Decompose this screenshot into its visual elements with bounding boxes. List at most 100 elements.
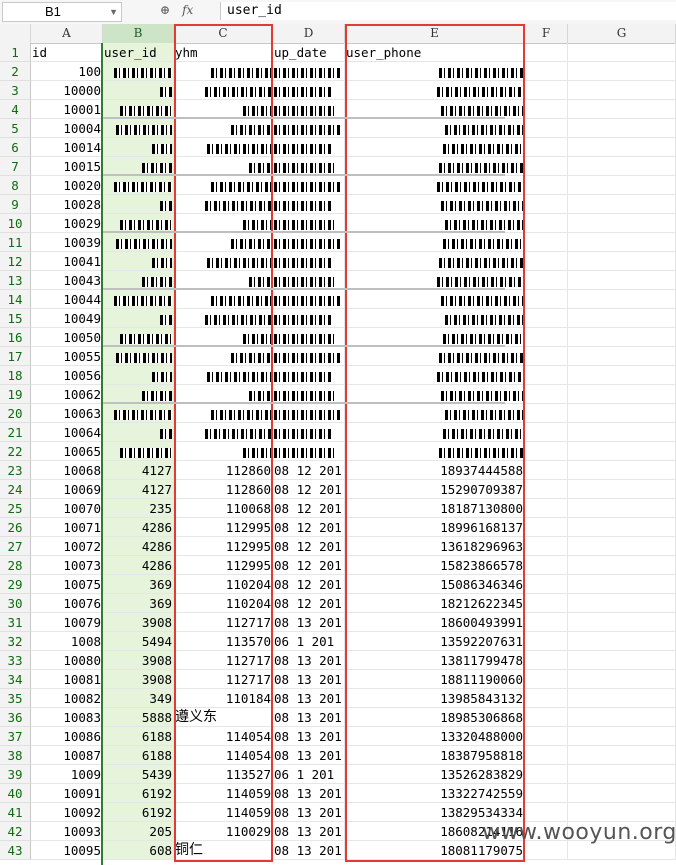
cell-g[interactable] (568, 651, 676, 670)
cell-b[interactable] (103, 62, 174, 81)
cell-c[interactable]: yhm (174, 43, 273, 62)
cell-d[interactable]: 08 12 201 (273, 594, 345, 613)
row-header[interactable]: 2 (0, 62, 31, 81)
row-header[interactable]: 4 (0, 100, 31, 119)
cell-c[interactable] (174, 195, 273, 214)
chevron-down-icon[interactable]: ▼ (109, 3, 118, 21)
cell-e[interactable]: 15823866578 (345, 556, 525, 575)
cell-e[interactable] (345, 62, 525, 81)
cell-a[interactable]: 10041 (31, 252, 103, 271)
cell-d[interactable] (273, 81, 345, 100)
cell-d[interactable]: 08 12 201 (273, 480, 345, 499)
cell-f[interactable] (525, 499, 568, 518)
cell-g[interactable] (568, 347, 676, 366)
row-header[interactable]: 27 (0, 537, 31, 556)
cell-d[interactable]: 08 12 201 (273, 461, 345, 480)
cell-a[interactable]: 10083 (31, 708, 103, 727)
column-header-b[interactable]: B (103, 24, 174, 43)
cell-b[interactable]: 6192 (103, 784, 174, 803)
row-header[interactable]: 26 (0, 518, 31, 537)
row-header[interactable]: 17 (0, 347, 31, 366)
cell-b[interactable] (103, 347, 174, 366)
cell-f[interactable] (525, 43, 568, 62)
cell-a[interactable]: 10087 (31, 746, 103, 765)
cell-a[interactable]: 10043 (31, 271, 103, 290)
cell-b[interactable]: 235 (103, 499, 174, 518)
cell-c[interactable]: 铜仁 (174, 841, 273, 860)
cell-f[interactable] (525, 119, 568, 138)
cell-b[interactable]: 4286 (103, 537, 174, 556)
cell-c[interactable] (174, 404, 273, 423)
cell-a[interactable]: 10062 (31, 385, 103, 404)
cell-g[interactable] (568, 138, 676, 157)
cell-g[interactable] (568, 499, 676, 518)
cell-a[interactable]: 10064 (31, 423, 103, 442)
cell-f[interactable] (525, 556, 568, 575)
cell-e[interactable] (345, 195, 525, 214)
column-header-e[interactable]: E (345, 24, 525, 43)
cell-g[interactable] (568, 81, 676, 100)
cell-f[interactable] (525, 518, 568, 537)
cell-e[interactable]: 15086346346 (345, 575, 525, 594)
cell-b[interactable]: 5888 (103, 708, 174, 727)
row-header[interactable]: 21 (0, 423, 31, 442)
cell-f[interactable] (525, 309, 568, 328)
cell-a[interactable]: 10014 (31, 138, 103, 157)
cell-g[interactable] (568, 689, 676, 708)
cell-e[interactable]: 13322742559 (345, 784, 525, 803)
cell-f[interactable] (525, 271, 568, 290)
cell-f[interactable] (525, 404, 568, 423)
cell-b[interactable]: 349 (103, 689, 174, 708)
column-header-g[interactable]: G (568, 24, 676, 43)
cell-a[interactable]: 10068 (31, 461, 103, 480)
cell-f[interactable] (525, 347, 568, 366)
cell-e[interactable]: 18187130800 (345, 499, 525, 518)
cell-b[interactable]: 3908 (103, 613, 174, 632)
row-header[interactable]: 6 (0, 138, 31, 157)
cell-c[interactable]: 112860 (174, 480, 273, 499)
cell-g[interactable] (568, 290, 676, 309)
cell-a[interactable]: 10076 (31, 594, 103, 613)
cell-a[interactable]: 10091 (31, 784, 103, 803)
row-header[interactable]: 7 (0, 157, 31, 176)
cell-g[interactable] (568, 708, 676, 727)
cell-b[interactable] (103, 423, 174, 442)
cell-b[interactable] (103, 195, 174, 214)
cell-f[interactable] (525, 480, 568, 499)
cell-d[interactable] (273, 290, 345, 309)
cell-b[interactable]: 369 (103, 575, 174, 594)
cell-c[interactable] (174, 233, 273, 252)
cell-b[interactable] (103, 309, 174, 328)
row-header[interactable]: 25 (0, 499, 31, 518)
cell-f[interactable] (525, 632, 568, 651)
cell-c[interactable]: 110184 (174, 689, 273, 708)
column-header-c[interactable]: C (174, 24, 273, 43)
cell-c[interactable] (174, 138, 273, 157)
row-header[interactable]: 32 (0, 632, 31, 651)
cell-a[interactable]: 10069 (31, 480, 103, 499)
cell-f[interactable] (525, 537, 568, 556)
cell-g[interactable] (568, 404, 676, 423)
cell-a[interactable]: 10000 (31, 81, 103, 100)
cell-e[interactable]: 18811190060 (345, 670, 525, 689)
cell-d[interactable]: 08 12 201 (273, 499, 345, 518)
zoom-icon[interactable]: ⊕ (160, 3, 170, 17)
cell-c[interactable]: 113570 (174, 632, 273, 651)
row-header[interactable]: 33 (0, 651, 31, 670)
cell-c[interactable]: 遵义东 (174, 708, 273, 727)
row-header[interactable]: 8 (0, 176, 31, 195)
cell-g[interactable] (568, 613, 676, 632)
cell-a[interactable]: 10001 (31, 100, 103, 119)
cell-d[interactable]: 08 13 201 (273, 841, 345, 860)
cell-g[interactable] (568, 157, 676, 176)
cell-a[interactable]: 10039 (31, 233, 103, 252)
cell-f[interactable] (525, 784, 568, 803)
row-header[interactable]: 31 (0, 613, 31, 632)
cell-c[interactable]: 114059 (174, 784, 273, 803)
cell-a[interactable]: 10020 (31, 176, 103, 195)
formula-input[interactable]: user_id (220, 2, 676, 20)
cell-b[interactable] (103, 442, 174, 461)
cell-a[interactable]: 10056 (31, 366, 103, 385)
cell-b[interactable]: user_id (103, 43, 174, 62)
cell-e[interactable] (345, 233, 525, 252)
